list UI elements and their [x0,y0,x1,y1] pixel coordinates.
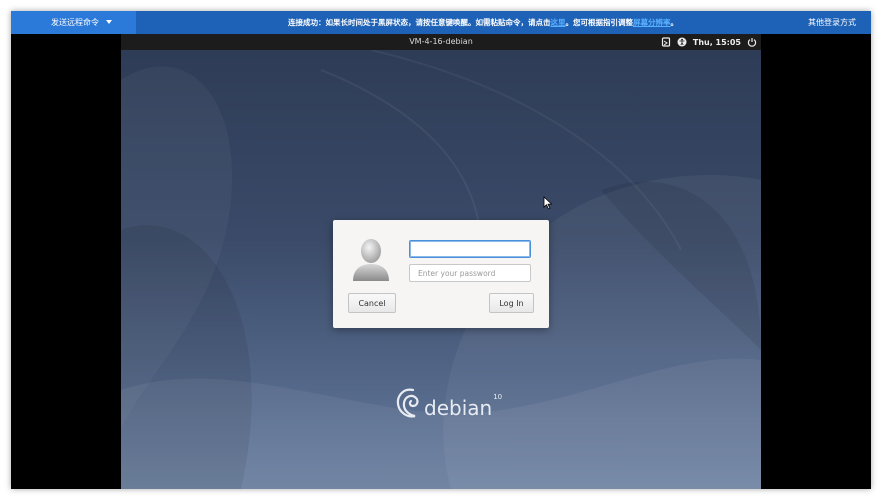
system-tray: Thu, 15:05 [661,34,757,50]
debian-version: 10 [493,393,503,401]
user-avatar-icon [353,239,389,281]
screen-reader-icon[interactable] [661,37,671,47]
username-input[interactable] [409,240,531,258]
remote-desktop-screen[interactable]: VM-4-16-debian Thu, 15:05 Cancel Log In … [121,34,761,489]
accessibility-icon[interactable] [677,37,687,47]
gnome-top-bar: VM-4-16-debian Thu, 15:05 [121,34,761,50]
debian-swirl-icon [396,388,419,418]
send-remote-command-button[interactable]: 发送远程命令 [11,11,136,34]
power-icon[interactable] [747,37,757,47]
login-dialog: Cancel Log In [333,220,549,328]
notice-text-suffix: 。 [670,18,679,27]
chevron-down-icon[interactable] [106,20,112,24]
debian-wordmark: debian [424,396,493,420]
other-login-methods-button[interactable]: 其他登录方式 [808,11,856,34]
paste-command-link[interactable]: 这里 [551,18,566,27]
notice-text-middle: 。您可根据指引调整 [565,18,634,27]
debian-logo: debian 10 [395,384,502,420]
clock-label[interactable]: Thu, 15:05 [693,38,741,47]
remote-console-window: 发送远程命令 连接成功：如果长时间处于黑屏状态，请按任意键唤醒。如需粘贴命令，请… [11,11,871,489]
log-in-button[interactable]: Log In [489,293,534,313]
console-toolbar: 发送远程命令 连接成功：如果长时间处于黑屏状态，请按任意键唤醒。如需粘贴命令，请… [11,11,871,34]
mouse-pointer-icon [543,196,553,210]
send-remote-command-label: 发送远程命令 [51,18,99,27]
password-input[interactable] [409,264,531,282]
connection-notice: 连接成功：如果长时间处于黑屏状态，请按任意键唤醒。如需粘贴命令，请点击这里。您可… [288,11,678,34]
notice-text-prefix: 连接成功：如果长时间处于黑屏状态，请按任意键唤醒。如需粘贴命令，请点击 [288,18,551,27]
cancel-button[interactable]: Cancel [348,293,396,313]
resolution-settings-link[interactable]: 屏幕分辨率 [633,18,671,27]
